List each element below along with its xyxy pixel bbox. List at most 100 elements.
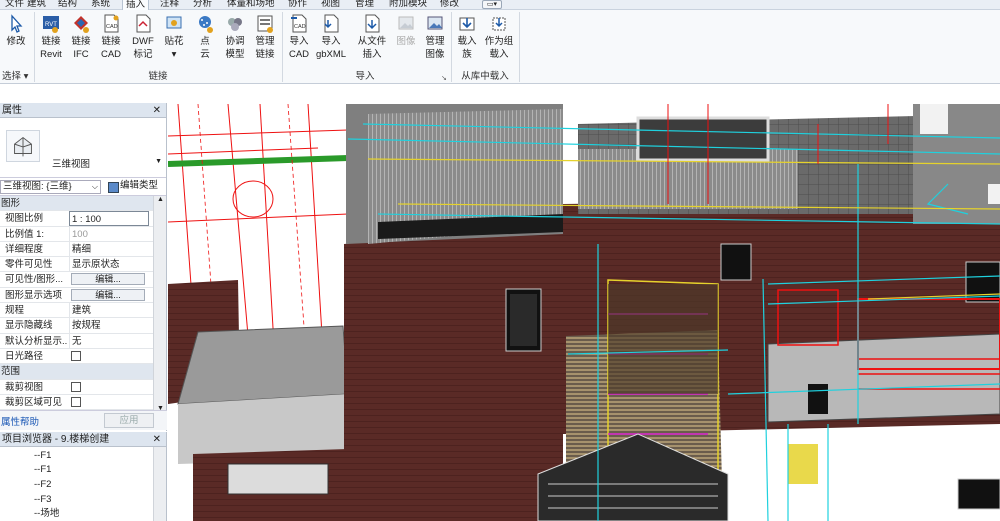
property-label: 规程	[5, 305, 25, 317]
point-cloud-button[interactable]: 点云	[192, 12, 218, 61]
tab-view[interactable]: 视图	[318, 0, 343, 10]
decal-button[interactable]: 贴花 ▾	[161, 12, 187, 61]
ribbon-panel: 修改 选择 ▾ RVT 链接 Revit 链接 IFC CAD 链接 CAD DWF 标…	[0, 10, 1000, 84]
tree-item[interactable]: --F3	[34, 493, 51, 507]
property-value[interactable]: 无	[69, 333, 149, 349]
apply-button[interactable]: 应用	[104, 413, 154, 428]
edit-button[interactable]: 编辑...	[71, 288, 145, 301]
tab-insert[interactable]: 插入	[122, 0, 150, 10]
property-checkbox[interactable]	[71, 396, 81, 407]
link-cad-icon: CAD	[104, 14, 119, 33]
coordination-model-button[interactable]: 协调 模型	[221, 12, 249, 61]
property-checkbox[interactable]	[71, 350, 81, 361]
tab-systems[interactable]: 系统	[88, 0, 113, 10]
property-row: 规程 建筑	[0, 303, 166, 319]
svg-text:CAD: CAD	[294, 24, 306, 30]
property-label: 比例值 1:	[5, 228, 45, 240]
insert-from-file-button[interactable]: 从文件 插入	[354, 12, 390, 61]
svg-text:CAD: CAD	[106, 24, 118, 30]
browser-tree: --F1 --F1 --F2 --F3 --场地	[0, 447, 166, 521]
properties-help-link[interactable]: 属性帮助	[1, 414, 39, 428]
property-row: 裁剪视图	[0, 380, 166, 395]
close-icon[interactable]: ✕	[153, 432, 161, 447]
property-label: 裁剪视图	[5, 381, 44, 393]
tab-massing-site[interactable]: 体量和场地	[224, 0, 278, 10]
manage-images-button[interactable]: 管理 图像	[421, 12, 449, 61]
modify-label: 修改	[6, 36, 26, 47]
tab-modify[interactable]: 修改	[437, 0, 462, 10]
import-gbxml-button[interactable]: 导入 gbXML	[313, 12, 349, 61]
link-group-label: 链接	[148, 71, 168, 82]
properties-title: 属性	[2, 105, 22, 116]
3d-viewport[interactable]	[168, 104, 1000, 521]
load-group-label: 从库中载入	[461, 71, 509, 82]
property-value[interactable]: 按规程	[69, 318, 149, 334]
manage-images-icon	[427, 16, 443, 30]
tab-structure[interactable]: 结构	[55, 0, 80, 10]
property-row: 默认分析显示... 无	[0, 333, 166, 349]
edit-type-button[interactable]: 编辑类型	[106, 179, 158, 193]
point-cloud-icon	[199, 16, 213, 33]
property-label: 详细程度	[5, 243, 44, 255]
chevron-down-icon[interactable]: ▼	[155, 158, 162, 165]
dwf-markup-button[interactable]: DWF 标记	[128, 12, 158, 61]
load-family-button[interactable]: 载入族	[453, 12, 481, 61]
view-instance-select[interactable]: 三维视图: {三维} ⌵	[0, 180, 101, 194]
property-value[interactable]: 精细	[69, 241, 149, 257]
tab-annotate[interactable]: 注释	[157, 0, 182, 10]
tree-item[interactable]: --场地	[34, 507, 59, 521]
property-row: 日光路径	[0, 349, 166, 365]
modify-button[interactable]: 修改	[2, 12, 30, 48]
property-label: 视图比例	[5, 213, 44, 225]
import-cad-icon: CAD	[291, 14, 307, 33]
import-cad-button[interactable]: CAD 导入 CAD	[285, 12, 313, 61]
project-browser: 项目浏览器 - 9.楼梯创建 ✕ --F1 --F1 --F2 --F3 --场…	[0, 432, 167, 521]
link-ifc-button[interactable]: 链接 IFC	[67, 12, 95, 61]
tab-addins[interactable]: 附加模块	[386, 0, 430, 10]
select-group-label[interactable]: 选择 ▾	[0, 70, 32, 83]
property-label: 日光路径	[5, 350, 44, 362]
import-group-label: 导入	[355, 71, 375, 82]
image-icon	[398, 16, 414, 30]
property-label: 零件可见性	[5, 259, 53, 271]
dialog-launcher-icon[interactable]: ↘	[441, 74, 447, 82]
link-revit-button[interactable]: RVT 链接 Revit	[37, 12, 65, 61]
tab-manage[interactable]: 管理	[352, 0, 377, 10]
browser-title-bar: 项目浏览器 - 9.楼梯创建 ✕	[0, 432, 166, 447]
3d-house-icon	[6, 130, 40, 162]
browser-title: 项目浏览器 - 9.楼梯创建	[2, 434, 110, 445]
tree-item[interactable]: --F2	[34, 478, 51, 492]
dwf-markup-icon	[136, 14, 151, 33]
link-cad-button[interactable]: CAD 链接 CAD	[97, 12, 125, 61]
load-as-group-button[interactable]: 作为组 载入	[482, 12, 516, 61]
tab-analyze[interactable]: 分析	[190, 0, 215, 10]
property-value[interactable]: 建筑	[69, 303, 149, 319]
type-name: 三维视图	[52, 159, 91, 170]
link-revit-icon: RVT	[43, 16, 59, 33]
link-ifc-icon	[74, 16, 89, 33]
tree-item[interactable]: --F1	[34, 463, 51, 477]
tree-item[interactable]: --F1	[34, 449, 51, 463]
close-icon[interactable]: ✕	[153, 103, 161, 118]
property-row: 零件可见性 显示原状态	[0, 257, 166, 273]
browser-scrollbar[interactable]	[153, 447, 166, 521]
edit-button[interactable]: 编辑...	[71, 273, 145, 286]
properties-scrollbar[interactable]: ▲ ▼	[153, 196, 166, 412]
panel-toggle-icon[interactable]: ▭▾	[482, 0, 502, 9]
tab-collaborate[interactable]: 协作	[285, 0, 310, 10]
tab-architecture[interactable]: 建筑	[24, 0, 49, 10]
property-checkbox[interactable]	[71, 381, 81, 392]
property-row: 显示隐藏线 按规程	[0, 318, 166, 334]
property-row: 图形显示选项 编辑...	[0, 288, 166, 304]
property-label: 可见性/图形...	[5, 274, 64, 286]
image-button[interactable]: 图像	[393, 12, 419, 48]
property-section-header: 图形	[0, 196, 166, 212]
building-model-render[interactable]	[168, 104, 1000, 521]
property-row: 详细程度 精细	[0, 241, 166, 258]
manage-links-button[interactable]: 管理 链接	[251, 12, 279, 61]
coordination-model-icon	[228, 18, 242, 31]
property-value[interactable]: 显示原状态	[69, 257, 149, 273]
property-value[interactable]: 1 : 100	[69, 211, 149, 227]
type-selector[interactable]: 三维视图 ▼	[0, 118, 166, 178]
load-as-group-icon	[492, 17, 506, 31]
